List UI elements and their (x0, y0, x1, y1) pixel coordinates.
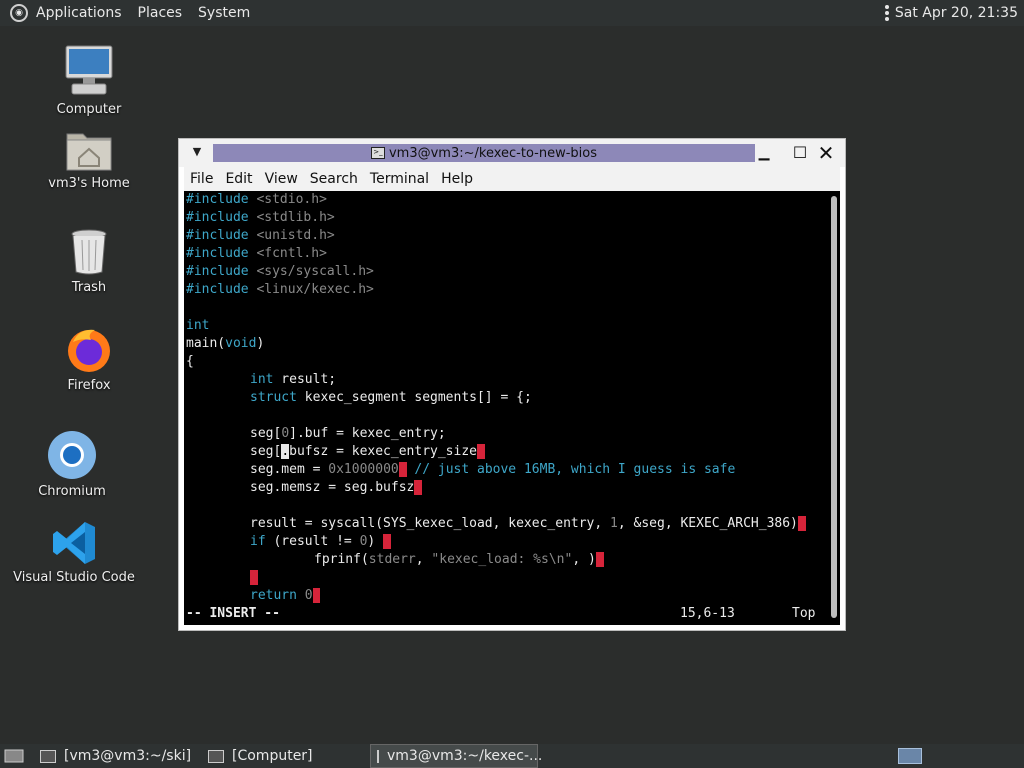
taskbar-item-label: [Computer] (232, 748, 313, 764)
code-line: #include <unistd.h> (186, 228, 335, 243)
desktop-trash-label: Trash (71, 280, 107, 295)
desktop-vscode-label: Visual Studio Code (13, 570, 135, 585)
trash-icon (69, 228, 109, 276)
terminal-title-icon: >_ (370, 147, 385, 159)
code-line: #include <linux/kexec.h> (186, 282, 374, 297)
text-cursor: . (281, 444, 290, 459)
firefox-icon (65, 326, 113, 374)
desktop-firefox[interactable]: Firefox (29, 326, 149, 393)
terminal-scrollbar[interactable] (828, 191, 840, 625)
code-line: if (result != 0) { (250, 534, 391, 549)
taskbar-item-computer[interactable]: [Computer] (208, 744, 313, 768)
terminal-menubar: File Edit View Search Terminal Help (184, 167, 840, 191)
desktop-home[interactable]: vm3's Home (29, 128, 149, 191)
code-line: seg.mem = 0x1000000; // just above 16MB,… (250, 462, 736, 477)
scrollbar-thumb[interactable] (831, 196, 837, 618)
menu-search[interactable]: Search (304, 171, 364, 187)
taskbar-item-label: vm3@vm3:~/kexec-... (387, 748, 543, 764)
menu-edit[interactable]: Edit (219, 171, 258, 187)
panel-kebab-icon[interactable] (884, 5, 889, 21)
clock-area: Sat Apr 20, 21:35 (884, 0, 1018, 26)
computer-icon (64, 44, 114, 98)
error-marker: } (250, 570, 258, 585)
places-menu[interactable]: Places (130, 5, 191, 21)
menu-view[interactable]: View (259, 171, 304, 187)
code-line: seg.memsz = seg.bufsz; (250, 480, 423, 495)
error-marker: { (383, 534, 391, 549)
terminal-window: ▼ >_ vm3@vm3:~/kexec-to-new-bios ▁ ☐ ✕ F… (178, 138, 846, 631)
chromium-icon (47, 430, 97, 480)
code-line-cursor: seg[.bufsz = kexec_entry_size; (250, 444, 485, 459)
top-panel: ◉ Applications Places System Sat Apr 20,… (0, 0, 1024, 26)
code-line: int result; (250, 372, 337, 387)
minimize-button[interactable]: ▁ (755, 143, 773, 163)
desktop-chromium[interactable]: Chromium (12, 430, 132, 499)
window-titlebar[interactable]: ▼ >_ vm3@vm3:~/kexec-to-new-bios ▁ ☐ ✕ (179, 139, 845, 167)
code-line: return 0; (250, 588, 321, 603)
close-button[interactable]: ✕ (817, 143, 835, 163)
code-line: #include <stdio.h> (186, 192, 327, 207)
applications-logo-icon[interactable]: ◉ (10, 4, 28, 22)
window-menu-chevron-icon[interactable]: ▼ (187, 145, 207, 161)
vscode-icon (51, 520, 97, 566)
code-line: #include <fcntl.h> (186, 246, 327, 261)
maximize-button[interactable]: ☐ (791, 143, 809, 163)
code-line: #include <stdlib.h> (186, 210, 335, 225)
window-title: vm3@vm3:~/kexec-to-new-bios (388, 145, 597, 161)
desktop-home-label: vm3's Home (48, 176, 130, 191)
error-marker: ; (797, 516, 806, 531)
desktop-vscode[interactable]: Visual Studio Code (13, 520, 135, 585)
desktop-computer-label: Computer (56, 102, 122, 117)
computer-icon (208, 749, 224, 763)
workspace-switcher[interactable] (898, 748, 922, 764)
terminal-body[interactable]: #include <stdio.h> #include <stdlib.h> #… (184, 191, 828, 625)
desktop-computer[interactable]: Computer (29, 44, 149, 117)
terminal-icon (377, 749, 379, 763)
terminal-icon (40, 749, 56, 763)
code-line: struct kexec_segment segments[] = {; (250, 390, 532, 405)
code-line: { (186, 354, 194, 369)
code-line: #include <sys/syscall.h> (186, 264, 374, 279)
menu-help[interactable]: Help (435, 171, 479, 187)
vim-mode-indicator: -- INSERT -- (186, 606, 280, 621)
taskbar-item-label: [vm3@vm3:~/ski] (64, 748, 192, 764)
taskbar-item-kexec-terminal[interactable]: vm3@vm3:~/kexec-... (370, 744, 542, 768)
applications-menu[interactable]: Applications (28, 5, 130, 21)
window-title-area[interactable]: >_ vm3@vm3:~/kexec-to-new-bios (213, 144, 755, 162)
bottom-taskbar: [vm3@vm3:~/ski] [Computer] vm3@vm3:~/kex… (0, 744, 1024, 768)
error-marker: ; (398, 462, 407, 477)
vim-scroll-position: Top (792, 606, 816, 621)
code-line: fprinf(stderr, "kexec_load: %s\n", ); (314, 552, 604, 567)
taskbar-item-ski-terminal[interactable]: [vm3@vm3:~/ski] (40, 744, 191, 768)
error-marker: ; (312, 588, 321, 603)
vim-cursor-position: 15,6-13 (680, 606, 735, 621)
desktop-chromium-label: Chromium (38, 484, 106, 499)
error-marker: ; (476, 444, 485, 459)
code-line: main(void) (186, 336, 265, 351)
show-desktop-icon (4, 749, 24, 763)
desktop-firefox-label: Firefox (67, 378, 111, 393)
code-line: int (186, 318, 210, 333)
code-line: } (250, 569, 258, 587)
menu-terminal[interactable]: Terminal (364, 171, 435, 187)
menu-file[interactable]: File (184, 171, 219, 187)
home-folder-icon (65, 128, 113, 172)
code-line: seg[0].buf = kexec_entry; (250, 426, 446, 441)
code-line: result = syscall(SYS_kexec_load, kexec_e… (250, 516, 806, 531)
show-desktop-button[interactable] (4, 744, 24, 768)
error-marker: ; (595, 552, 604, 567)
error-marker: ; (414, 480, 423, 495)
system-menu[interactable]: System (190, 5, 258, 21)
desktop-trash[interactable]: Trash (29, 228, 149, 295)
clock[interactable]: Sat Apr 20, 21:35 (895, 5, 1018, 21)
